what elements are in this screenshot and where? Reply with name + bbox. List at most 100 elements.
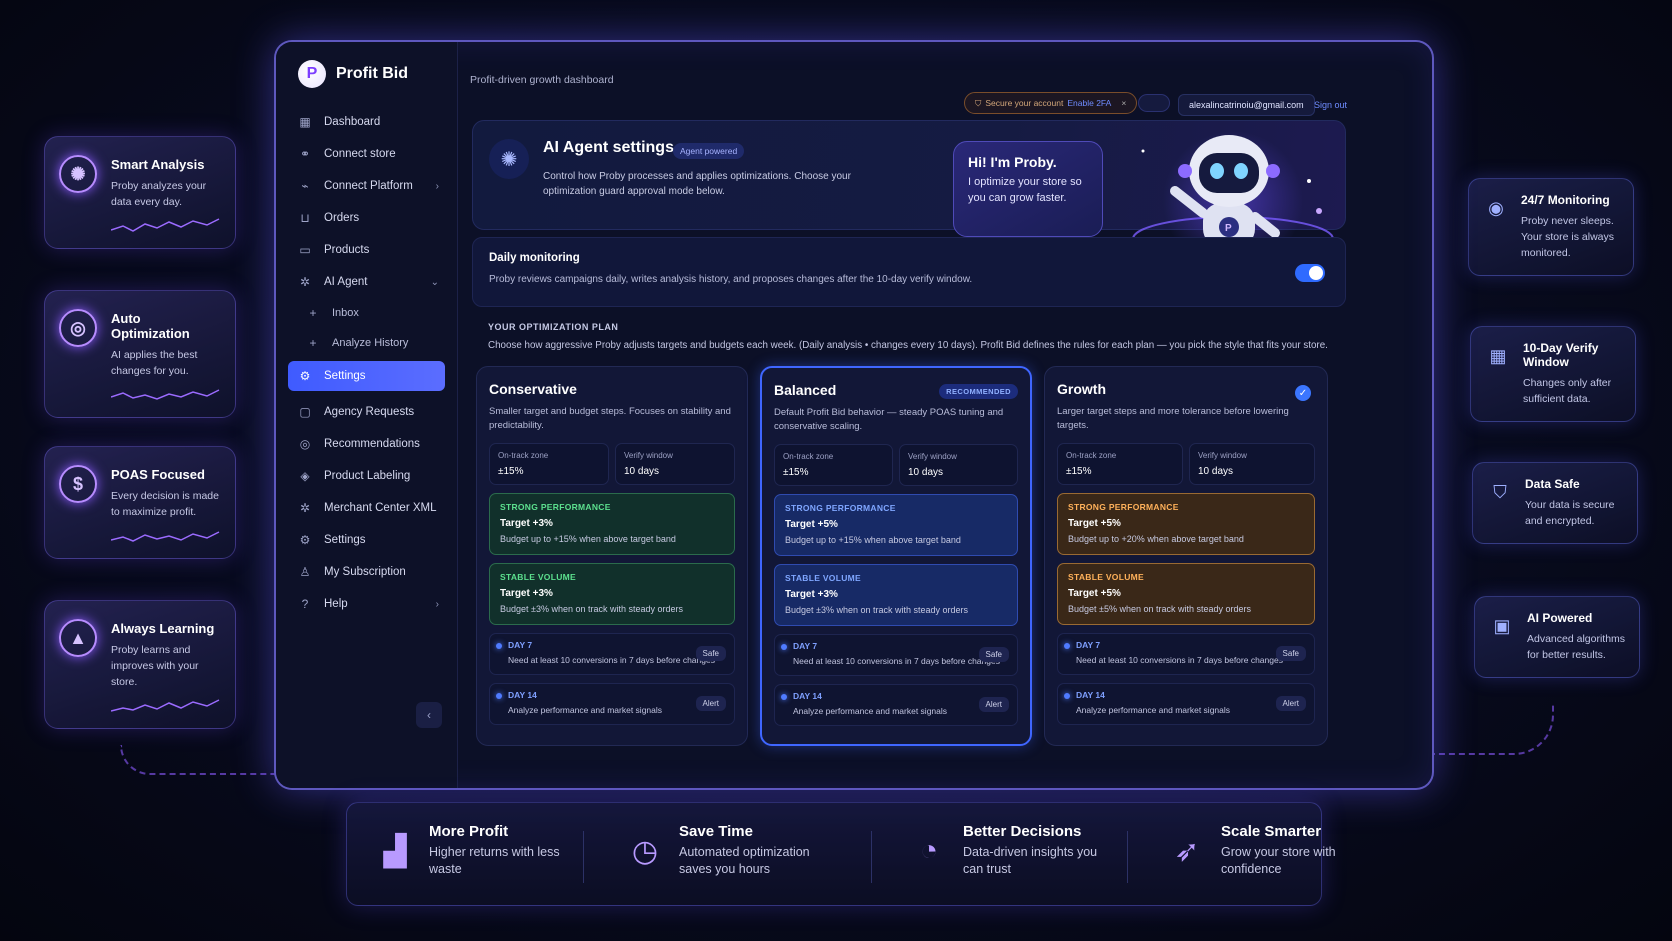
timeline-day-14: DAY 14 Analyze performance and market sig… <box>489 683 735 725</box>
collapse-sidebar-button[interactable]: ‹ <box>416 702 442 728</box>
feature-card-data-safe: ⛉ Data Safe Your data is secure and encr… <box>1472 462 1638 544</box>
sparkline <box>111 389 220 400</box>
cart-icon: ⊔ <box>300 211 310 225</box>
verify-window: Verify window 10 days <box>615 443 735 485</box>
sidebar-item-settings[interactable]: ⚙ Settings <box>276 524 457 556</box>
sidebar-item-agent-settings[interactable]: ⚙ Settings <box>288 361 445 391</box>
sidebar-item-inbox[interactable]: + Inbox <box>276 298 457 328</box>
feature-title: 24/7 Monitoring <box>1521 193 1610 207</box>
plan-card-description: Smaller target and budget steps. Focuses… <box>489 406 731 431</box>
sparkline <box>111 218 220 232</box>
status-badge: Alert <box>695 696 726 711</box>
sidebar-item-analyze-history[interactable]: + Analyze History <box>276 328 457 358</box>
sidebar-item-help[interactable]: ? Help › <box>276 588 457 620</box>
target-icon: ◎ <box>59 309 97 347</box>
sidebar-item-connect-store[interactable]: ⚭ Connect store <box>276 138 457 170</box>
feature-text: Changes only after sufficient data. <box>1523 377 1612 405</box>
daily-monitoring-toggle[interactable] <box>1295 264 1325 282</box>
sidebar-item-label: Recommendations <box>324 438 420 450</box>
sidebar-item-label: Orders <box>324 212 360 224</box>
status-badge: Safe <box>1275 646 1306 661</box>
plus-icon: + <box>309 336 317 350</box>
benefit-more-profit: ▟ More Profit Higher returns with less w… <box>373 823 579 887</box>
gear-icon: ⚙ <box>299 533 311 547</box>
benefit-text: Grow your store with confidence <box>1221 845 1336 876</box>
chevron-right-icon: › <box>435 180 439 192</box>
benefit-scale-smarter: ➶ Scale Smarter Grow your store with con… <box>1165 823 1371 887</box>
block-label: STRONG PERFORMANCE <box>785 503 896 513</box>
sparkline <box>111 531 220 542</box>
sidebar-item-merchant-center[interactable]: ✲ Merchant Center XML <box>276 492 457 524</box>
feature-title: AI Powered <box>1527 611 1593 625</box>
box-icon: ▭ <box>299 243 311 257</box>
status-badge: Safe <box>978 647 1009 662</box>
feature-card-ai-powered: ▣ AI Powered Advanced algorithms for bet… <box>1474 596 1640 678</box>
sidebar-item-label: Help <box>324 598 348 610</box>
plan-card-conservative[interactable]: Conservative Smaller target and budget s… <box>476 366 748 746</box>
plan-heading: YOUR OPTIMIZATION PLAN <box>488 322 619 332</box>
feature-text: Every decision is made to maximize profi… <box>111 490 219 518</box>
timeline-day-14: DAY 14 Analyze performance and market sig… <box>1057 683 1315 725</box>
sidebar-item-subscription[interactable]: ♙ My Subscription <box>276 556 457 588</box>
feature-card-verify-window: ▦ 10-Day Verify Window Changes only afte… <box>1470 326 1636 422</box>
feature-card-smart-analysis: ✺ Smart Analysis Proby analyzes your dat… <box>44 136 236 249</box>
app-name: Profit Bid <box>336 65 408 82</box>
theme-toggle[interactable] <box>1138 94 1170 112</box>
sidebar-item-label: Settings <box>324 534 366 546</box>
sidebar-item-label: Merchant Center XML <box>324 502 437 514</box>
svg-text:P: P <box>1225 223 1232 234</box>
shield-icon: ⛉ <box>1493 481 1507 502</box>
rocket-icon: ➶ <box>1174 834 1200 868</box>
status-badge: Alert <box>1275 696 1306 711</box>
stat-label: Verify window <box>908 452 957 461</box>
sidebar-item-label: Settings <box>324 370 366 382</box>
sidebar-item-agency-requests[interactable]: ▢ Agency Requests <box>276 396 457 428</box>
block-target: Target +3% <box>500 518 553 529</box>
connector-line-right <box>1414 705 1554 755</box>
sidebar-item-products[interactable]: ▭ Products <box>276 234 457 266</box>
sidebar-item-orders[interactable]: ⊔ Orders <box>276 202 457 234</box>
topbar: Profit-driven growth dashboard ⛉ Secure … <box>458 42 1432 116</box>
graduation-cap-icon: ▲ <box>59 619 97 657</box>
speech-bubble: Hi! I'm Proby. I optimize your store so … <box>953 141 1103 237</box>
block-desc: Budget up to +20% when above target band <box>1068 534 1244 544</box>
stat-label: On-track zone <box>783 452 834 461</box>
timeline-day-7: DAY 7 Need at least 10 conversions in 7 d… <box>489 633 735 675</box>
plan-card-growth[interactable]: Growth ✓ Larger target steps and more to… <box>1044 366 1328 746</box>
agent-badge: Agent powered <box>673 143 745 159</box>
timeline-day-7: DAY 7 Need at least 10 conversions in 7 d… <box>774 634 1018 676</box>
benefit-text: Higher returns with less waste <box>429 845 560 876</box>
close-icon[interactable]: × <box>1121 98 1126 108</box>
connector-line-left <box>120 745 280 775</box>
day-label: DAY 7 <box>508 640 533 650</box>
divider <box>583 831 584 883</box>
enable-2fa-link[interactable]: Enable 2FA <box>1067 98 1111 108</box>
chevron-left-icon: ‹ <box>427 708 431 722</box>
agent-description: Control how Proby processes and applies … <box>543 171 851 197</box>
benefit-title: Save Time <box>679 823 753 840</box>
day-desc: Need at least 10 conversions in 7 days b… <box>1076 655 1283 665</box>
sidebar-item-label: Products <box>324 244 370 256</box>
plan-card-description: Default Profit Bid behavior — steady POA… <box>774 407 1004 432</box>
benefit-title: Better Decisions <box>963 823 1082 840</box>
sidebar-item-connect-platform[interactable]: ⌁ Connect Platform › <box>276 170 457 202</box>
sidebar-item-ai-agent[interactable]: ✲ AI Agent ⌄ <box>276 266 457 298</box>
feature-text: Your data is secure and encrypted. <box>1525 499 1615 527</box>
sign-out-link[interactable]: Sign out <box>1314 100 1347 110</box>
account-email[interactable]: alexalincatrinoiu@gmail.com <box>1178 94 1315 116</box>
logo[interactable]: P Profit Bid <box>276 42 457 88</box>
plan-name: Conservative <box>489 381 577 397</box>
plan-card-balanced[interactable]: Balanced RECOMMENDED Default Profit Bid … <box>760 366 1032 746</box>
eye-icon: ◉ <box>1488 197 1504 218</box>
sidebar-item-product-labeling[interactable]: ◈ Product Labeling <box>276 460 457 492</box>
block-target: Target +5% <box>1068 588 1121 599</box>
benefit-title: More Profit <box>429 823 509 840</box>
chip-icon: ▣ <box>1493 615 1511 636</box>
sidebar-item-recommendations[interactable]: ◎ Recommendations <box>276 428 457 460</box>
sidebar-item-dashboard[interactable]: ▦ Dashboard <box>276 106 457 138</box>
strong-performance-block: STRONG PERFORMANCE Target +3% Budget up to… <box>489 493 735 555</box>
feature-title: 10-Day Verify Window <box>1523 341 1599 369</box>
bubble-text: I optimize your store so you can grow fa… <box>968 176 1082 204</box>
stat-value: ±15% <box>783 467 809 478</box>
sidebar-item-label: Connect Platform <box>324 180 413 192</box>
